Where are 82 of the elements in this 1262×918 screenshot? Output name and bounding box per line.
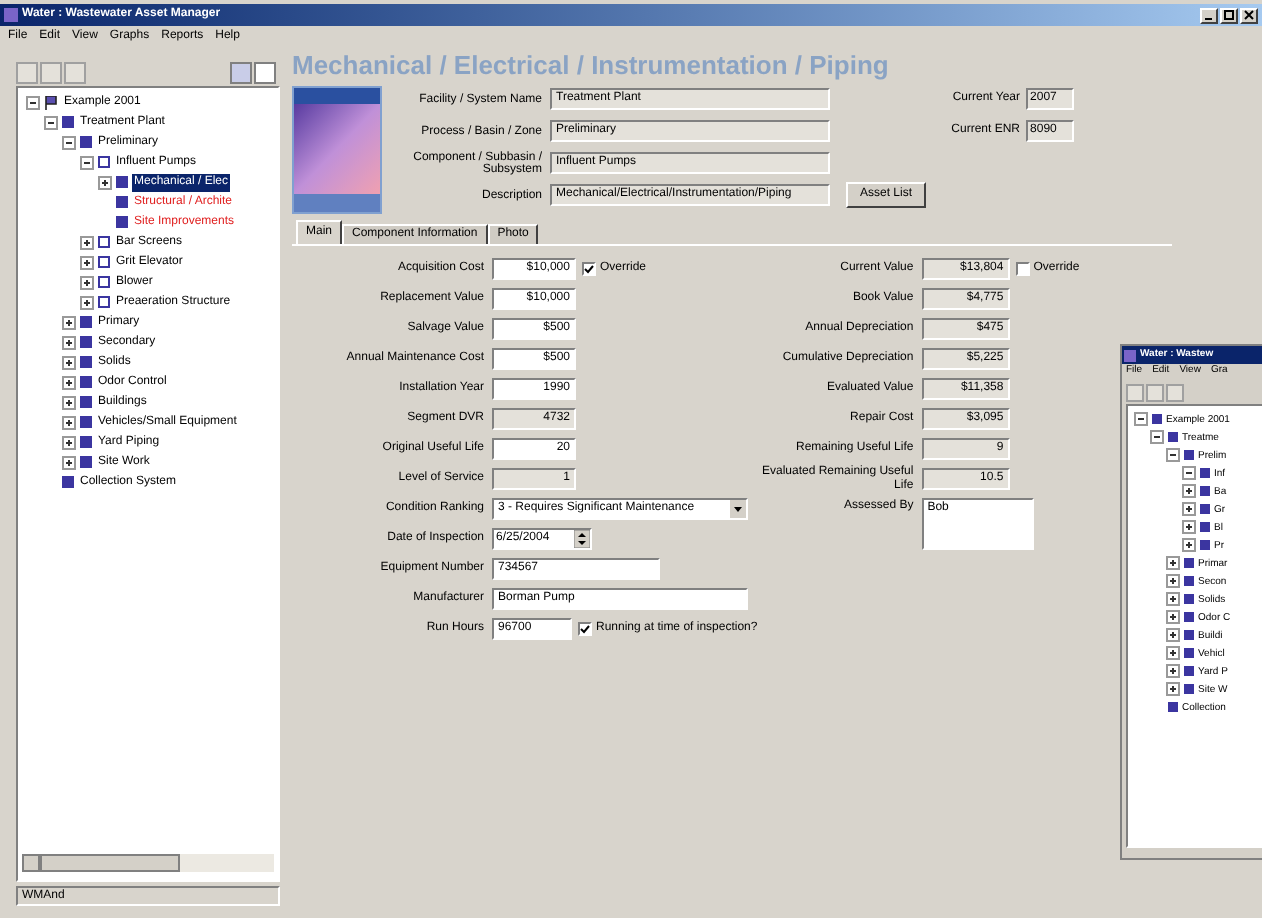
collapse-icon[interactable] [1166,448,1180,462]
expand-icon[interactable] [1182,484,1196,498]
square-icon [116,216,128,228]
expand-icon[interactable] [62,435,76,449]
square-icon [1184,594,1194,604]
square-icon [1184,558,1194,568]
square-icon [1200,468,1210,478]
square-icon [1184,684,1194,694]
square-icon [62,116,74,128]
square-icon [1184,450,1194,460]
square-icon [80,136,92,148]
square-icon [1184,630,1194,640]
square-icon [116,176,128,188]
logo-drawing [292,86,382,214]
square-icon [80,376,92,388]
checkmark-icon [584,264,594,274]
checkbox[interactable] [578,622,592,636]
square-icon [1184,666,1194,676]
expand-icon[interactable] [1182,538,1196,552]
collapse-icon[interactable] [1182,466,1196,480]
square-icon [1152,414,1162,424]
expand-icon[interactable] [62,395,76,409]
collapse-icon[interactable] [80,155,94,169]
expand-icon[interactable] [98,175,112,189]
expand-icon[interactable] [62,415,76,429]
maximize-button[interactable] [1220,7,1238,23]
expand-icon[interactable] [62,335,76,349]
close-button[interactable] [1240,7,1258,23]
collapse-icon[interactable] [44,115,58,129]
expand-icon[interactable] [1182,520,1196,534]
square-icon [80,336,92,348]
square-icon [1184,612,1194,622]
expand-icon[interactable] [1166,682,1180,696]
square-icon [1200,504,1210,514]
app-icon [4,8,18,22]
expand-icon[interactable] [1166,610,1180,624]
square-icon [1168,702,1178,712]
square-icon [80,356,92,368]
page-title: Mechanical / Electrical / Instrumentation / Piping [292,50,891,82]
spinner-icon[interactable] [574,530,590,548]
checkmark-icon [580,624,590,634]
expand-icon[interactable] [62,355,76,369]
expand-icon[interactable] [1166,556,1180,570]
square-icon [80,456,92,468]
expand-icon[interactable] [62,315,76,329]
expand-icon[interactable] [80,275,94,289]
collapse-icon[interactable] [62,135,76,149]
expand-icon[interactable] [1166,628,1180,642]
horizontal-scrollbar[interactable] [22,854,274,872]
expand-icon[interactable] [1166,592,1180,606]
expand-icon[interactable] [80,235,94,249]
square-icon [1200,522,1210,532]
expand-icon[interactable] [62,375,76,389]
expand-icon[interactable] [1166,574,1180,588]
square-icon [80,316,92,328]
square-icon [62,476,74,488]
square-icon [1184,576,1194,586]
flag-icon [44,95,58,109]
expand-icon[interactable] [1182,502,1196,516]
collapse-icon[interactable] [1150,430,1164,444]
checkbox[interactable] [582,262,596,276]
expand-icon[interactable] [1166,664,1180,678]
square-icon [1200,540,1210,550]
checkbox[interactable] [1015,262,1030,276]
expand-icon[interactable] [1166,646,1180,660]
collapse-icon[interactable] [26,95,40,109]
close-icon [1244,10,1254,20]
expand-icon[interactable] [80,295,94,309]
maximize-icon [1224,10,1234,20]
minimize-button[interactable] [1200,7,1218,23]
expand-icon[interactable] [62,455,76,469]
square-icon [1200,486,1210,496]
square-icon [80,436,92,448]
collapse-icon[interactable] [1134,412,1148,426]
square-outline-icon [98,156,110,168]
app-icon [1124,349,1136,361]
square-icon [80,416,92,428]
square-icon [1168,432,1178,442]
square-icon [116,196,128,208]
square-icon [1184,648,1194,658]
expand-icon[interactable] [80,255,94,269]
square-icon [80,396,92,408]
